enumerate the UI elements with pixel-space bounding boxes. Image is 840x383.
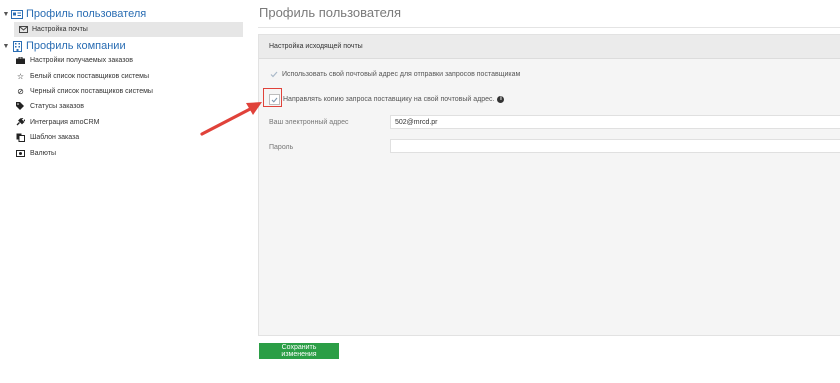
sidebar-item-whitelist[interactable]: ☆ Белый список поставщиков системы bbox=[15, 69, 243, 83]
sidebar-item-label: Интеграция amoCRM bbox=[30, 118, 100, 126]
sidebar-item-blacklist[interactable]: ⊘ Черный список поставщиков системы bbox=[15, 84, 243, 98]
sidebar-item-currencies[interactable]: Валюты bbox=[15, 146, 243, 160]
sidebar-item-label: Шаблон заказа bbox=[30, 133, 80, 141]
send-copy-label: Направлять копию запроса поставщику на с… bbox=[283, 96, 495, 103]
plug-icon bbox=[15, 118, 26, 126]
title-divider bbox=[258, 27, 840, 28]
send-copy-option[interactable]: Направлять копию запроса поставщику на с… bbox=[269, 94, 505, 105]
id-card-icon bbox=[11, 9, 23, 19]
password-label: Пароль bbox=[269, 144, 294, 151]
sidebar-item-label: Настройка почты bbox=[32, 26, 88, 33]
email-label: Ваш электронный адрес bbox=[269, 119, 349, 126]
email-field[interactable]: 502@mrcd.pr bbox=[390, 115, 840, 129]
sidebar: ▼ Профиль пользователя Настройка почты ▼… bbox=[0, 0, 243, 383]
ban-icon: ⊘ bbox=[17, 86, 24, 96]
outgoing-mail-panel: Настройка исходящей почты Использовать с… bbox=[258, 34, 840, 336]
main-content: Профиль пользователя Настройка исходящей… bbox=[243, 0, 840, 383]
sidebar-item-label: Настройки получаемых заказов bbox=[30, 56, 133, 64]
annotation-arrow-icon bbox=[200, 102, 262, 136]
sidebar-item-label: Белый список поставщиков системы bbox=[30, 72, 149, 80]
panel-heading: Настройка исходящей почты bbox=[259, 35, 840, 59]
sidebar-group-company-profile[interactable]: ▼ Профиль компании bbox=[0, 39, 126, 53]
use-own-email-label: Использовать свой почтовый адрес для отп… bbox=[282, 70, 521, 78]
sidebar-item-label: Черный список поставщиков системы bbox=[30, 87, 153, 95]
tags-icon bbox=[15, 102, 26, 110]
sidebar-item-mail-settings[interactable]: Настройка почты bbox=[14, 22, 243, 37]
sidebar-group-user-profile[interactable]: ▼ Профиль пользователя bbox=[0, 7, 147, 21]
page-title: Профиль пользователя bbox=[259, 5, 402, 20]
caret-down-icon[interactable]: ▼ bbox=[1, 43, 11, 50]
money-icon bbox=[15, 149, 26, 157]
use-own-email-option[interactable]: Использовать свой почтовый адрес для отп… bbox=[269, 69, 520, 79]
briefcase-icon bbox=[15, 56, 26, 64]
sidebar-group-label: Профиль пользователя bbox=[26, 8, 147, 20]
info-icon[interactable]: i bbox=[497, 96, 505, 103]
sidebar-item-label: Статусы заказов bbox=[30, 102, 84, 110]
password-field[interactable] bbox=[390, 139, 840, 153]
sidebar-group-label: Профиль компании bbox=[26, 40, 126, 52]
copy-icon bbox=[15, 133, 26, 142]
save-changes-button[interactable]: Сохранить изменения bbox=[259, 343, 339, 359]
sidebar-item-label: Валюты bbox=[30, 149, 56, 157]
checkmark-icon[interactable] bbox=[269, 69, 279, 79]
star-icon: ☆ bbox=[16, 71, 25, 81]
building-icon bbox=[11, 40, 23, 52]
caret-down-icon[interactable]: ▼ bbox=[1, 11, 11, 18]
sidebar-item-received-orders[interactable]: Настройки получаемых заказов bbox=[15, 53, 243, 67]
envelope-icon bbox=[19, 26, 28, 33]
